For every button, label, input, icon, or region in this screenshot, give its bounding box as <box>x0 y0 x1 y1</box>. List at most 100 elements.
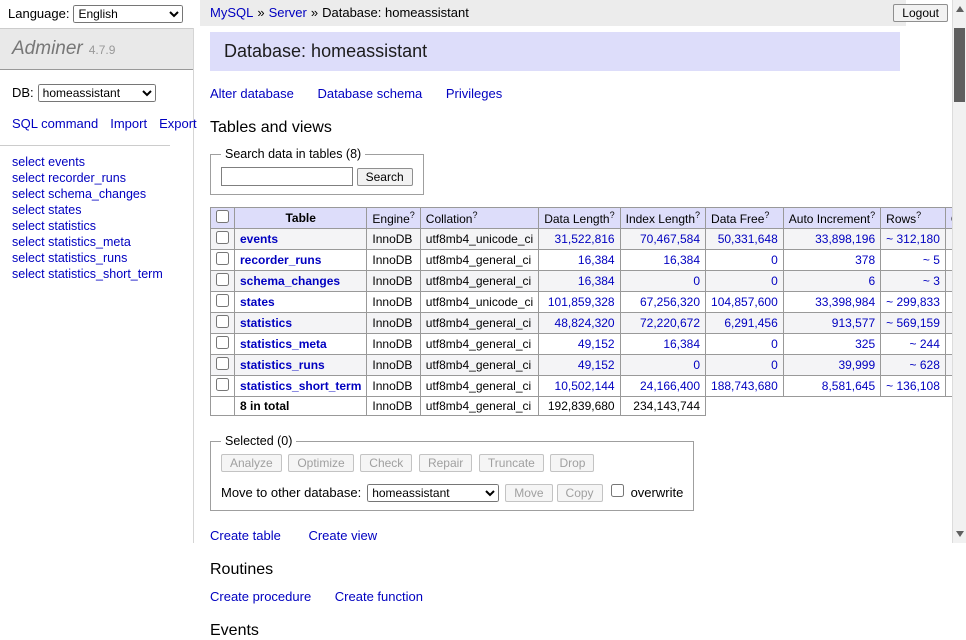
sidebar-item-select-events[interactable]: select events <box>12 154 181 170</box>
row-checkbox[interactable] <box>216 378 229 391</box>
rows-link[interactable]: ~ 312,180 <box>886 232 940 246</box>
select-all-checkbox[interactable] <box>216 210 229 223</box>
rows-link[interactable]: ~ 3 <box>923 274 940 288</box>
index-length-link[interactable]: 67,256,320 <box>640 295 700 309</box>
scroll-down-icon[interactable] <box>956 531 964 537</box>
sidebar-item-select-statistics-short-term[interactable]: select statistics_short_term <box>12 266 181 282</box>
privileges-link[interactable]: Privileges <box>446 86 502 101</box>
table-link[interactable]: statistics_short_term <box>240 379 361 393</box>
data-length-link[interactable]: 31,522,816 <box>555 232 615 246</box>
auto-increment-link[interactable]: 913,577 <box>832 316 875 330</box>
index-length-link[interactable]: 72,220,672 <box>640 316 700 330</box>
scroll-up-icon[interactable] <box>956 6 964 12</box>
rows-link[interactable]: ~ 569,159 <box>886 316 940 330</box>
row-checkbox[interactable] <box>216 315 229 328</box>
db-select[interactable]: homeassistant <box>38 84 156 102</box>
data-free-link[interactable]: 6,291,456 <box>724 316 777 330</box>
sidebar-item-select-statistics-meta[interactable]: select statistics_meta <box>12 234 181 250</box>
optimize-button[interactable]: Optimize <box>288 454 353 472</box>
index-length-link[interactable]: 0 <box>693 274 700 288</box>
rows-link[interactable]: ~ 628 <box>910 358 940 372</box>
repair-button[interactable]: Repair <box>419 454 472 472</box>
row-checkbox[interactable] <box>216 336 229 349</box>
rows-link[interactable]: ~ 244 <box>910 337 940 351</box>
row-checkbox[interactable] <box>216 273 229 286</box>
export-link[interactable]: Export <box>159 116 197 131</box>
auto-increment-link[interactable]: 378 <box>855 253 875 267</box>
table-link[interactable]: states <box>240 295 275 309</box>
table-link[interactable]: statistics_meta <box>240 337 327 351</box>
help-icon[interactable]: ? <box>410 210 415 220</box>
help-icon[interactable]: ? <box>764 210 769 220</box>
data-free-link[interactable]: 104,857,600 <box>711 295 778 309</box>
table-link[interactable]: statistics_runs <box>240 358 325 372</box>
sql-command-link[interactable]: SQL command <box>12 116 98 131</box>
drop-button[interactable]: Drop <box>550 454 594 472</box>
copy-button[interactable]: Copy <box>557 484 603 502</box>
database-schema-link[interactable]: Database schema <box>317 86 422 101</box>
scrollbar-thumb[interactable] <box>954 28 965 102</box>
row-checkbox[interactable] <box>216 231 229 244</box>
help-icon[interactable]: ? <box>695 210 700 220</box>
index-length-link[interactable]: 16,384 <box>663 253 700 267</box>
breadcrumb-mysql-link[interactable]: MySQL <box>210 5 253 20</box>
data-free-link[interactable]: 0 <box>771 337 778 351</box>
data-length-link[interactable]: 10,502,144 <box>555 379 615 393</box>
data-free-link[interactable]: 0 <box>771 358 778 372</box>
sidebar-item-select-statistics-runs[interactable]: select statistics_runs <box>12 250 181 266</box>
create-table-link[interactable]: Create table <box>210 528 281 543</box>
truncate-button[interactable]: Truncate <box>479 454 544 472</box>
row-checkbox[interactable] <box>216 294 229 307</box>
row-checkbox[interactable] <box>216 357 229 370</box>
data-length-link[interactable]: 49,152 <box>578 358 615 372</box>
create-function-link[interactable]: Create function <box>335 589 423 604</box>
auto-increment-link[interactable]: 33,398,984 <box>815 295 875 309</box>
data-free-link[interactable]: 50,331,648 <box>718 232 778 246</box>
vertical-scrollbar[interactable] <box>952 0 966 543</box>
table-link[interactable]: recorder_runs <box>240 253 321 267</box>
logout-button[interactable]: Logout <box>893 4 948 22</box>
search-button[interactable]: Search <box>357 168 413 186</box>
index-length-link[interactable]: 24,166,400 <box>640 379 700 393</box>
data-free-link[interactable]: 0 <box>771 274 778 288</box>
table-link[interactable]: statistics <box>240 316 292 330</box>
auto-increment-link[interactable]: 6 <box>868 274 875 288</box>
rows-link[interactable]: ~ 5 <box>923 253 940 267</box>
data-length-link[interactable]: 101,859,328 <box>548 295 615 309</box>
data-length-link[interactable]: 48,824,320 <box>555 316 615 330</box>
sidebar-item-select-states[interactable]: select states <box>12 202 181 218</box>
index-length-link[interactable]: 70,467,584 <box>640 232 700 246</box>
auto-increment-link[interactable]: 325 <box>855 337 875 351</box>
data-length-link[interactable]: 16,384 <box>578 274 615 288</box>
help-icon[interactable]: ? <box>870 210 875 220</box>
data-length-link[interactable]: 16,384 <box>578 253 615 267</box>
rows-link[interactable]: ~ 299,833 <box>886 295 940 309</box>
table-link[interactable]: events <box>240 232 278 246</box>
rows-link[interactable]: ~ 136,108 <box>886 379 940 393</box>
create-view-link[interactable]: Create view <box>308 528 377 543</box>
import-link[interactable]: Import <box>110 116 147 131</box>
data-free-link[interactable]: 188,743,680 <box>711 379 778 393</box>
table-link[interactable]: schema_changes <box>240 274 340 288</box>
index-length-link[interactable]: 16,384 <box>663 337 700 351</box>
data-free-link[interactable]: 0 <box>771 253 778 267</box>
app-name[interactable]: Adminer <box>12 38 83 59</box>
data-length-link[interactable]: 49,152 <box>578 337 615 351</box>
move-db-select[interactable]: homeassistant <box>367 484 499 502</box>
search-input[interactable] <box>221 167 353 186</box>
create-procedure-link[interactable]: Create procedure <box>210 589 311 604</box>
analyze-button[interactable]: Analyze <box>221 454 282 472</box>
breadcrumb-server-link[interactable]: Server <box>269 5 307 20</box>
overwrite-label[interactable]: overwrite <box>631 485 684 500</box>
help-icon[interactable]: ? <box>472 210 477 220</box>
move-button[interactable]: Move <box>505 484 552 502</box>
language-select[interactable]: English <box>73 5 183 23</box>
auto-increment-link[interactable]: 39,999 <box>838 358 875 372</box>
row-checkbox[interactable] <box>216 252 229 265</box>
auto-increment-link[interactable]: 33,898,196 <box>815 232 875 246</box>
alter-database-link[interactable]: Alter database <box>210 86 294 101</box>
overwrite-checkbox[interactable] <box>611 484 624 497</box>
auto-increment-link[interactable]: 8,581,645 <box>822 379 875 393</box>
sidebar-item-select-statistics[interactable]: select statistics <box>12 218 181 234</box>
index-length-link[interactable]: 0 <box>693 358 700 372</box>
